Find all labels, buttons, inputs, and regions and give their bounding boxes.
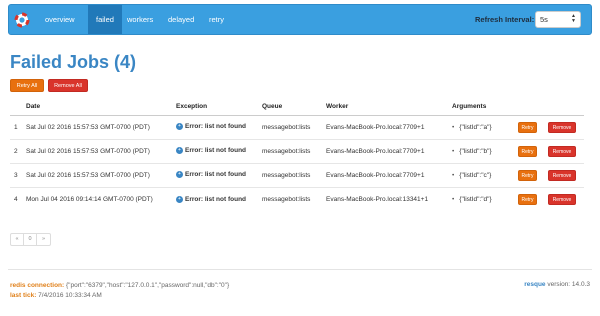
row-queue: messagebot:lists (258, 114, 322, 139)
remove-button[interactable]: Remove (548, 145, 576, 157)
exception-text: Error: list not found (185, 195, 247, 203)
page-title: Failed Jobs (4) (10, 52, 137, 72)
resque-link[interactable]: resque (524, 281, 545, 288)
nav-workers[interactable]: workers (119, 5, 161, 34)
row-number: 1 (10, 114, 22, 139)
argument-value: {"listId":"a"} (459, 123, 492, 131)
footer-status: redis connection: {"port":"6379","host":… (10, 281, 229, 300)
row-queue: messagebot:lists (258, 162, 322, 187)
row-number: 2 (10, 138, 22, 163)
row-worker: Evans-MacBook-Pro.local:13341+1 (322, 186, 448, 211)
row-arguments: • {"listId":"d"} (448, 186, 514, 211)
argument-value: {"listId":"b"} (459, 147, 492, 155)
version-text: version: 14.0.3 (545, 281, 590, 288)
nav-retry[interactable]: retry (201, 5, 232, 34)
remove-button[interactable]: Remove (548, 193, 576, 205)
plus-circle-icon[interactable]: + (176, 147, 183, 155)
row-exception[interactable]: + Error: list not found (172, 186, 258, 211)
header-remove (544, 98, 584, 116)
header-exception: Exception (172, 98, 258, 116)
failed-jobs-table: Date Exception Queue Worker Arguments 1 … (10, 98, 584, 211)
header-retry (514, 98, 544, 116)
exception-text: Error: list not found (185, 171, 247, 179)
retry-button[interactable]: Retry (518, 121, 537, 133)
last-tick-line: last tick: 7/4/2016 10:33:34 AM (10, 291, 229, 301)
redis-connection-label: redis connection: (10, 282, 65, 289)
refresh-interval-value: 5s (540, 15, 548, 24)
row-worker: Evans-MacBook-Pro.local:7709+1 (322, 162, 448, 187)
last-tick-value: 7/4/2016 10:33:34 AM (36, 291, 102, 299)
row-date: Sat Jul 02 2016 15:57:53 GMT-0700 (PDT) (22, 138, 172, 163)
pager-prev[interactable]: « (11, 234, 24, 245)
pager-next[interactable]: » (37, 234, 50, 245)
plus-circle-icon[interactable]: + (176, 171, 183, 179)
footer-divider (8, 269, 592, 270)
header-queue: Queue (258, 98, 322, 116)
row-queue: messagebot:lists (258, 186, 322, 211)
row-queue: messagebot:lists (258, 138, 322, 163)
table-row: 3 Sat Jul 02 2016 15:57:53 GMT-0700 (PDT… (10, 162, 584, 187)
pager-page[interactable]: 0 (24, 234, 37, 245)
row-date: Mon Jul 04 2016 09:14:14 GMT-0700 (PDT) (22, 186, 172, 211)
exception-text: Error: list not found (185, 123, 247, 131)
row-number: 3 (10, 162, 22, 187)
retry-button[interactable]: Retry (518, 145, 537, 157)
plus-circle-icon[interactable]: + (176, 123, 183, 131)
header-arguments: Arguments (448, 98, 514, 116)
retry-button[interactable]: Retry (518, 169, 537, 181)
refresh-interval-label: Refresh Interval: (475, 15, 535, 24)
nav-overview[interactable]: overview (37, 5, 83, 34)
select-arrows-icon: ▲ ▼ (571, 13, 576, 24)
row-worker: Evans-MacBook-Pro.local:7709+1 (322, 138, 448, 163)
row-exception[interactable]: + Error: list not found (172, 114, 258, 139)
argument-value: {"listId":"c"} (459, 171, 492, 179)
refresh-interval-select[interactable]: 5s ▲ ▼ (535, 11, 581, 28)
row-exception[interactable]: + Error: list not found (172, 162, 258, 187)
last-tick-label: last tick: (10, 291, 37, 299)
remove-button[interactable]: Remove (548, 121, 576, 133)
row-number: 4 (10, 186, 22, 211)
pagination: « 0 » (10, 233, 51, 246)
table-row: 4 Mon Jul 04 2016 09:14:14 GMT-0700 (PDT… (10, 186, 584, 211)
lifebuoy-icon[interactable] (14, 12, 30, 28)
row-arguments: • {"listId":"b"} (448, 138, 514, 163)
table-row: 1 Sat Jul 02 2016 15:57:53 GMT-0700 (PDT… (10, 114, 584, 139)
argument-value: {"listId":"d"} (459, 195, 492, 203)
table-row: 2 Sat Jul 02 2016 15:57:53 GMT-0700 (PDT… (10, 138, 584, 163)
row-exception[interactable]: + Error: list not found (172, 138, 258, 163)
table-header-row: Date Exception Queue Worker Arguments (10, 98, 584, 116)
footer-version: resque version: 14.0.3 (524, 281, 590, 288)
row-date: Sat Jul 02 2016 15:57:53 GMT-0700 (PDT) (22, 162, 172, 187)
row-arguments: • {"listId":"c"} (448, 162, 514, 187)
row-worker: Evans-MacBook-Pro.local:7709+1 (322, 114, 448, 139)
plus-circle-icon[interactable]: + (176, 195, 183, 203)
redis-connection-line: redis connection: {"port":"6379","host":… (10, 281, 229, 291)
redis-connection-value: {"port":"6379","host":"127.0.0.1","passw… (64, 282, 230, 289)
nav-delayed[interactable]: delayed (160, 5, 202, 34)
remove-all-button[interactable]: Remove All (48, 79, 88, 92)
row-arguments: • {"listId":"a"} (448, 114, 514, 139)
header-number (10, 98, 22, 116)
remove-button[interactable]: Remove (548, 169, 576, 181)
retry-all-button[interactable]: Retry All (10, 79, 44, 92)
retry-button[interactable]: Retry (518, 193, 537, 205)
navbar: overview failed workers delayed retry Re… (8, 4, 592, 35)
header-date: Date (22, 98, 172, 116)
nav-failed[interactable]: failed (88, 5, 122, 34)
row-date: Sat Jul 02 2016 15:57:53 GMT-0700 (PDT) (22, 114, 172, 139)
header-worker: Worker (322, 98, 448, 116)
exception-text: Error: list not found (185, 147, 247, 155)
